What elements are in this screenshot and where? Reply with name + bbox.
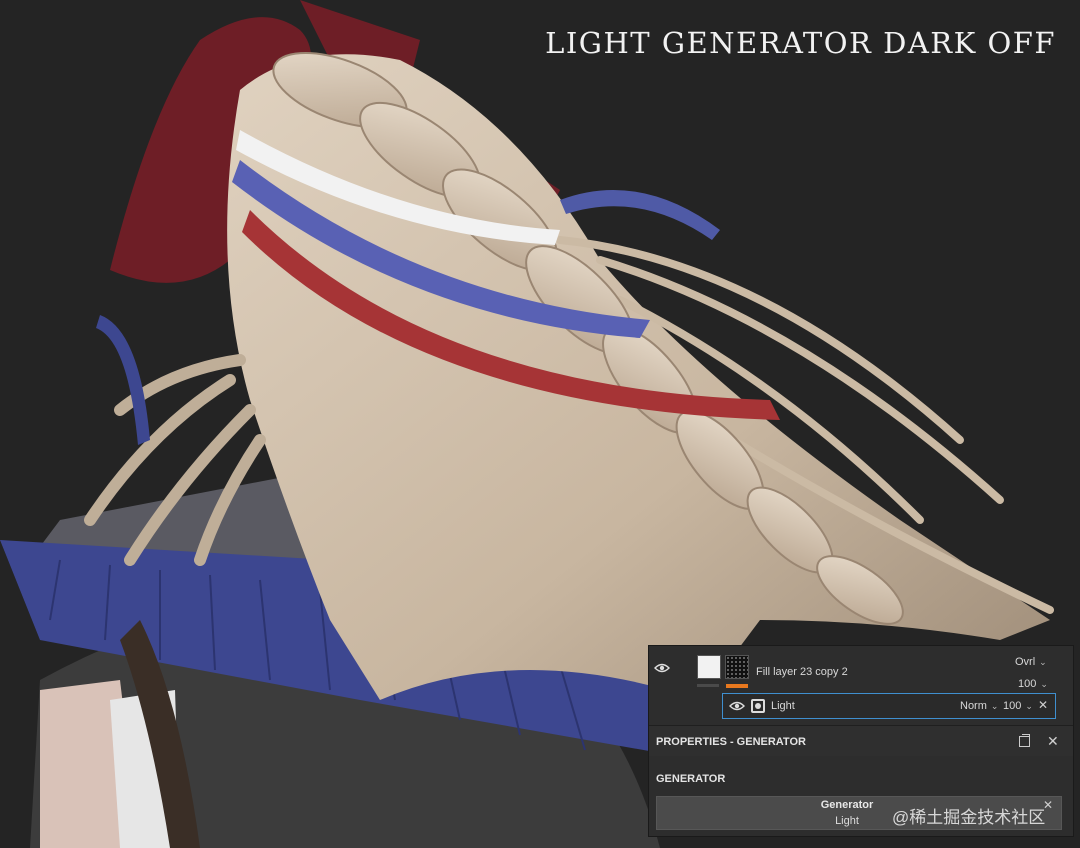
layer-name: Fill layer 23 copy 2: [756, 666, 848, 678]
effect-opacity-value: 100: [1003, 700, 1022, 712]
chevron-down-icon: ⌄: [990, 701, 999, 711]
properties-header: PROPERTIES - GENERATOR ✕: [649, 725, 1073, 756]
generator-icon: [751, 699, 765, 713]
properties-title: PROPERTIES - GENERATOR: [656, 736, 806, 748]
eye-icon[interactable]: [654, 663, 670, 673]
fill-indicator: [697, 684, 719, 687]
blend-mode-dropdown[interactable]: Ovrl ⌄: [1015, 656, 1047, 668]
effect-name: Light: [771, 700, 795, 712]
eye-icon[interactable]: [729, 701, 745, 711]
effect-row-light[interactable]: Light Norm ⌄ 100 ⌄ ✕: [722, 693, 1056, 719]
effect-blend-dropdown[interactable]: Norm ⌄: [960, 700, 998, 712]
layer-row-fill[interactable]: Fill layer 23 copy 2 Ovrl ⌄ 100 ⌄: [649, 648, 1059, 692]
watermark: @稀土掘金技术社区: [892, 808, 1046, 827]
section-title: GENERATOR: [656, 773, 726, 785]
effect-blend-value: Norm: [960, 700, 987, 712]
remove-effect-icon[interactable]: ✕: [1038, 698, 1048, 712]
blend-mode-value: Ovrl: [1015, 656, 1036, 668]
opacity-value: 100: [1018, 678, 1037, 690]
chevron-down-icon: ⌄: [1025, 701, 1033, 711]
effect-opacity-dropdown[interactable]: 100 ⌄: [1003, 700, 1033, 712]
mask-thumbnail[interactable]: [725, 655, 749, 679]
close-icon[interactable]: ✕: [1047, 733, 1059, 750]
chevron-down-icon: ⌄: [1039, 657, 1047, 667]
chevron-down-icon: ⌄: [1040, 679, 1048, 689]
restore-window-icon[interactable]: [1019, 734, 1030, 747]
opacity-dropdown[interactable]: 100 ⌄: [1018, 678, 1048, 690]
fill-color-thumbnail[interactable]: [697, 655, 721, 679]
mask-active-indicator: [726, 684, 748, 688]
overlay-title: LIGHT GENERATOR DARK OFF: [545, 26, 1056, 60]
